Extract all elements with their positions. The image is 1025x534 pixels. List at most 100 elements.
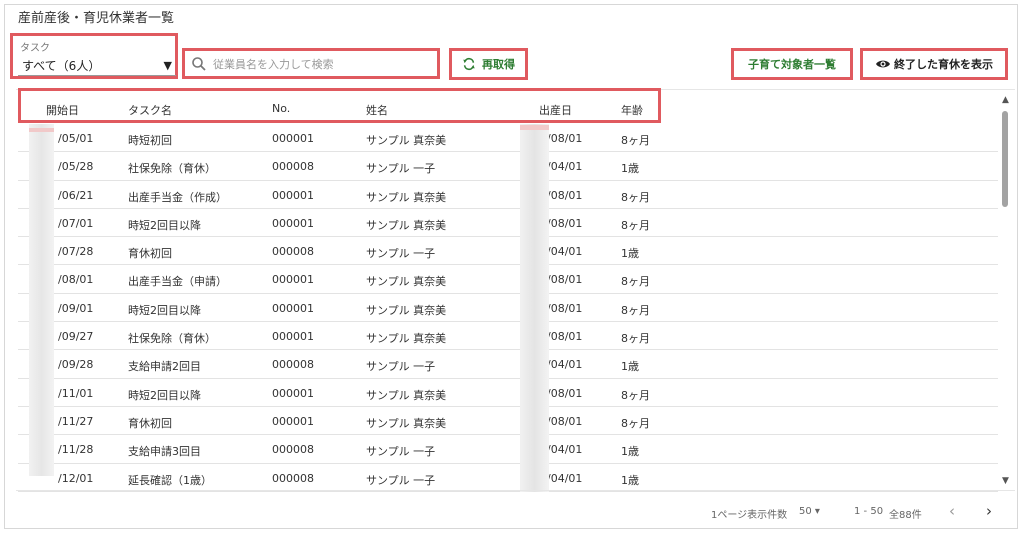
cell-no: 000008 bbox=[272, 443, 314, 457]
cell-task: 時短2回目以降 bbox=[128, 388, 201, 402]
cell-name: サンプル 真奈美 bbox=[366, 275, 447, 289]
task-select[interactable]: すべて（6人） ▼ bbox=[18, 54, 176, 76]
cell-birth-date: /04/01 bbox=[547, 245, 583, 259]
cell-name: サンプル 真奈美 bbox=[366, 218, 447, 232]
table-row[interactable]: /07/28 育休初回 000008 サンプル 一子/04/01 1歳 bbox=[18, 237, 998, 266]
table-row[interactable]: /09/01 時短2回目以降 000001 サンプル 真奈美/08/01 8ヶ月 bbox=[18, 294, 998, 323]
reload-button[interactable]: 再取得 bbox=[449, 48, 528, 80]
table-row[interactable]: /05/01 時短初回 000001 サンプル 真奈美/08/01 8ヶ月 bbox=[18, 124, 998, 153]
per-page-value: 50 bbox=[799, 506, 812, 517]
cell-birth-date: /08/01 bbox=[547, 301, 583, 315]
cell-name: サンプル 一子 bbox=[366, 247, 436, 261]
reload-button-label: 再取得 bbox=[482, 58, 515, 71]
cell-start-date: /05/01 bbox=[58, 132, 94, 145]
cell-name: サンプル 真奈美 bbox=[366, 388, 447, 402]
cell-no: 000001 bbox=[272, 414, 314, 428]
page-range: 1 - 50 bbox=[854, 506, 884, 517]
cell-no: 000001 bbox=[272, 188, 314, 202]
cell-task: 時短2回目以降 bbox=[128, 218, 201, 232]
per-page-select[interactable]: 50 ▾ bbox=[799, 506, 820, 517]
cell-age: 8ヶ月 bbox=[621, 332, 650, 346]
cell-start-date: /12/01 bbox=[58, 471, 94, 485]
column-header-birth-date[interactable]: 出産日 bbox=[539, 102, 572, 118]
table-row[interactable]: /05/28 社保免除（育休） 000008 サンプル 一子/04/01 1歳 bbox=[18, 152, 998, 181]
cell-age: 8ヶ月 bbox=[621, 218, 650, 232]
table-scrollbar[interactable]: ▲ ▼ bbox=[999, 95, 1013, 490]
table-footer: 1ページ表示件数 50 ▾ 1 - 50 全88件 ‹ › bbox=[16, 490, 1015, 526]
table-body: /05/01 時短初回 000001 サンプル 真奈美/08/01 8ヶ月/05/28 社… bbox=[18, 124, 998, 492]
table-row[interactable]: /11/27 育休初回 000001 サンプル 真奈美/08/01 8ヶ月 bbox=[18, 407, 998, 436]
column-header-name[interactable]: 姓名 bbox=[366, 102, 388, 118]
cell-age: 8ヶ月 bbox=[621, 388, 650, 402]
cell-name: サンプル 一子 bbox=[366, 360, 436, 374]
cell-no: 000001 bbox=[272, 273, 314, 287]
cell-birth-date: /08/01 bbox=[547, 414, 583, 428]
column-header-no[interactable]: No. bbox=[272, 102, 290, 115]
table-row[interactable]: /11/28 支給申請3回目 000008 サンプル 一子/04/01 1歳 bbox=[18, 435, 998, 464]
column-header-age[interactable]: 年齢 bbox=[621, 102, 643, 118]
column-header-start-date[interactable]: 開始日 bbox=[46, 102, 79, 118]
table-row[interactable]: /11/01 時短2回目以降 000001 サンプル 真奈美/08/01 8ヶ月 bbox=[18, 379, 998, 407]
chevron-right-icon[interactable]: › bbox=[986, 502, 992, 520]
cell-task: 社保免除（育休） bbox=[128, 332, 216, 346]
cell-age: 8ヶ月 bbox=[621, 190, 650, 204]
search-placeholder: 従業員名を入力して検索 bbox=[213, 57, 334, 71]
cell-start-date: /11/01 bbox=[58, 386, 94, 400]
cell-birth-date: /08/01 bbox=[547, 132, 583, 145]
cell-age: 8ヶ月 bbox=[621, 303, 650, 317]
cell-age: 1歳 bbox=[621, 162, 639, 176]
column-header-task[interactable]: タスク名 bbox=[128, 102, 172, 118]
cell-start-date: /09/01 bbox=[58, 301, 94, 315]
search-field[interactable]: 従業員名を入力して検索 bbox=[182, 48, 440, 79]
total-count: 全88件 bbox=[889, 510, 922, 521]
cell-name: サンプル 一子 bbox=[366, 445, 436, 459]
cell-birth-date: /08/01 bbox=[547, 330, 583, 344]
scroll-up-icon[interactable]: ▲ bbox=[1002, 95, 1009, 105]
childcare-list-button[interactable]: 子育て対象者一覧 bbox=[731, 48, 853, 80]
cell-no: 000001 bbox=[272, 216, 314, 230]
table-row[interactable]: /12/01 延長確認（1歳） 000008 サンプル 一子/04/01 1歳 bbox=[18, 464, 998, 492]
cell-no: 000001 bbox=[272, 301, 314, 315]
table-row[interactable]: /09/27 社保免除（育休） 000001 サンプル 真奈美/08/01 8ヶ月 bbox=[18, 322, 998, 351]
dropdown-caret-icon: ▼ bbox=[163, 58, 172, 72]
cell-task: 出産手当金（作成） bbox=[128, 190, 227, 204]
cell-start-date: /06/21 bbox=[58, 188, 94, 202]
cell-start-date: /07/01 bbox=[58, 216, 94, 230]
cell-birth-date: /08/01 bbox=[547, 273, 583, 287]
cell-name: サンプル 真奈美 bbox=[366, 303, 447, 317]
cell-age: 8ヶ月 bbox=[621, 134, 650, 147]
page-title: 産前産後・育児休業者一覧 bbox=[18, 11, 175, 26]
cell-birth-date: /08/01 bbox=[547, 386, 583, 400]
scroll-down-icon[interactable]: ▼ bbox=[1002, 476, 1009, 486]
cell-no: 000001 bbox=[272, 132, 314, 145]
cell-age: 1歳 bbox=[621, 473, 639, 487]
per-page-label: 1ページ表示件数 bbox=[711, 510, 788, 521]
table-row[interactable]: /07/01 時短2回目以降 000001 サンプル 真奈美/08/01 8ヶ月 bbox=[18, 209, 998, 238]
cell-start-date: /11/28 bbox=[58, 443, 94, 457]
cell-start-date: /08/01 bbox=[58, 273, 94, 287]
table-row[interactable]: /06/21 出産手当金（作成） 000001 サンプル 真奈美/08/01 8ヶ月 bbox=[18, 181, 998, 209]
cell-age: 8ヶ月 bbox=[621, 416, 650, 430]
table-row[interactable]: /09/28 支給申請2回目 000008 サンプル 一子/04/01 1歳 bbox=[18, 350, 998, 379]
cell-start-date: /11/27 bbox=[58, 414, 94, 428]
cell-no: 000001 bbox=[272, 330, 314, 344]
cell-birth-date: /04/01 bbox=[547, 471, 583, 485]
chevron-left-icon[interactable]: ‹ bbox=[949, 502, 955, 520]
cell-birth-date: /08/01 bbox=[547, 216, 583, 230]
task-select-value: すべて（6人） bbox=[22, 58, 101, 73]
cell-task: 育休初回 bbox=[128, 247, 172, 261]
cell-task: 育休初回 bbox=[128, 416, 172, 430]
show-ended-leave-button[interactable]: 終了した育休を表示 bbox=[860, 48, 1008, 80]
cell-start-date: /05/28 bbox=[58, 160, 94, 174]
cell-start-date: /09/27 bbox=[58, 330, 94, 344]
cell-age: 8ヶ月 bbox=[621, 275, 650, 289]
cell-no: 000008 bbox=[272, 358, 314, 372]
dropdown-caret-icon: ▾ bbox=[814, 506, 820, 517]
table-row[interactable]: /08/01 出産手当金（申請） 000001 サンプル 真奈美/08/01 8ヶ月 bbox=[18, 265, 998, 294]
cell-name: サンプル 一子 bbox=[366, 473, 436, 487]
cell-task: 社保免除（育休） bbox=[128, 162, 216, 176]
cell-task: 出産手当金（申請） bbox=[128, 275, 227, 289]
scrollbar-thumb[interactable] bbox=[1002, 111, 1008, 207]
show-ended-leave-label: 終了した育休を表示 bbox=[894, 58, 993, 71]
cell-name: サンプル 真奈美 bbox=[366, 190, 447, 204]
